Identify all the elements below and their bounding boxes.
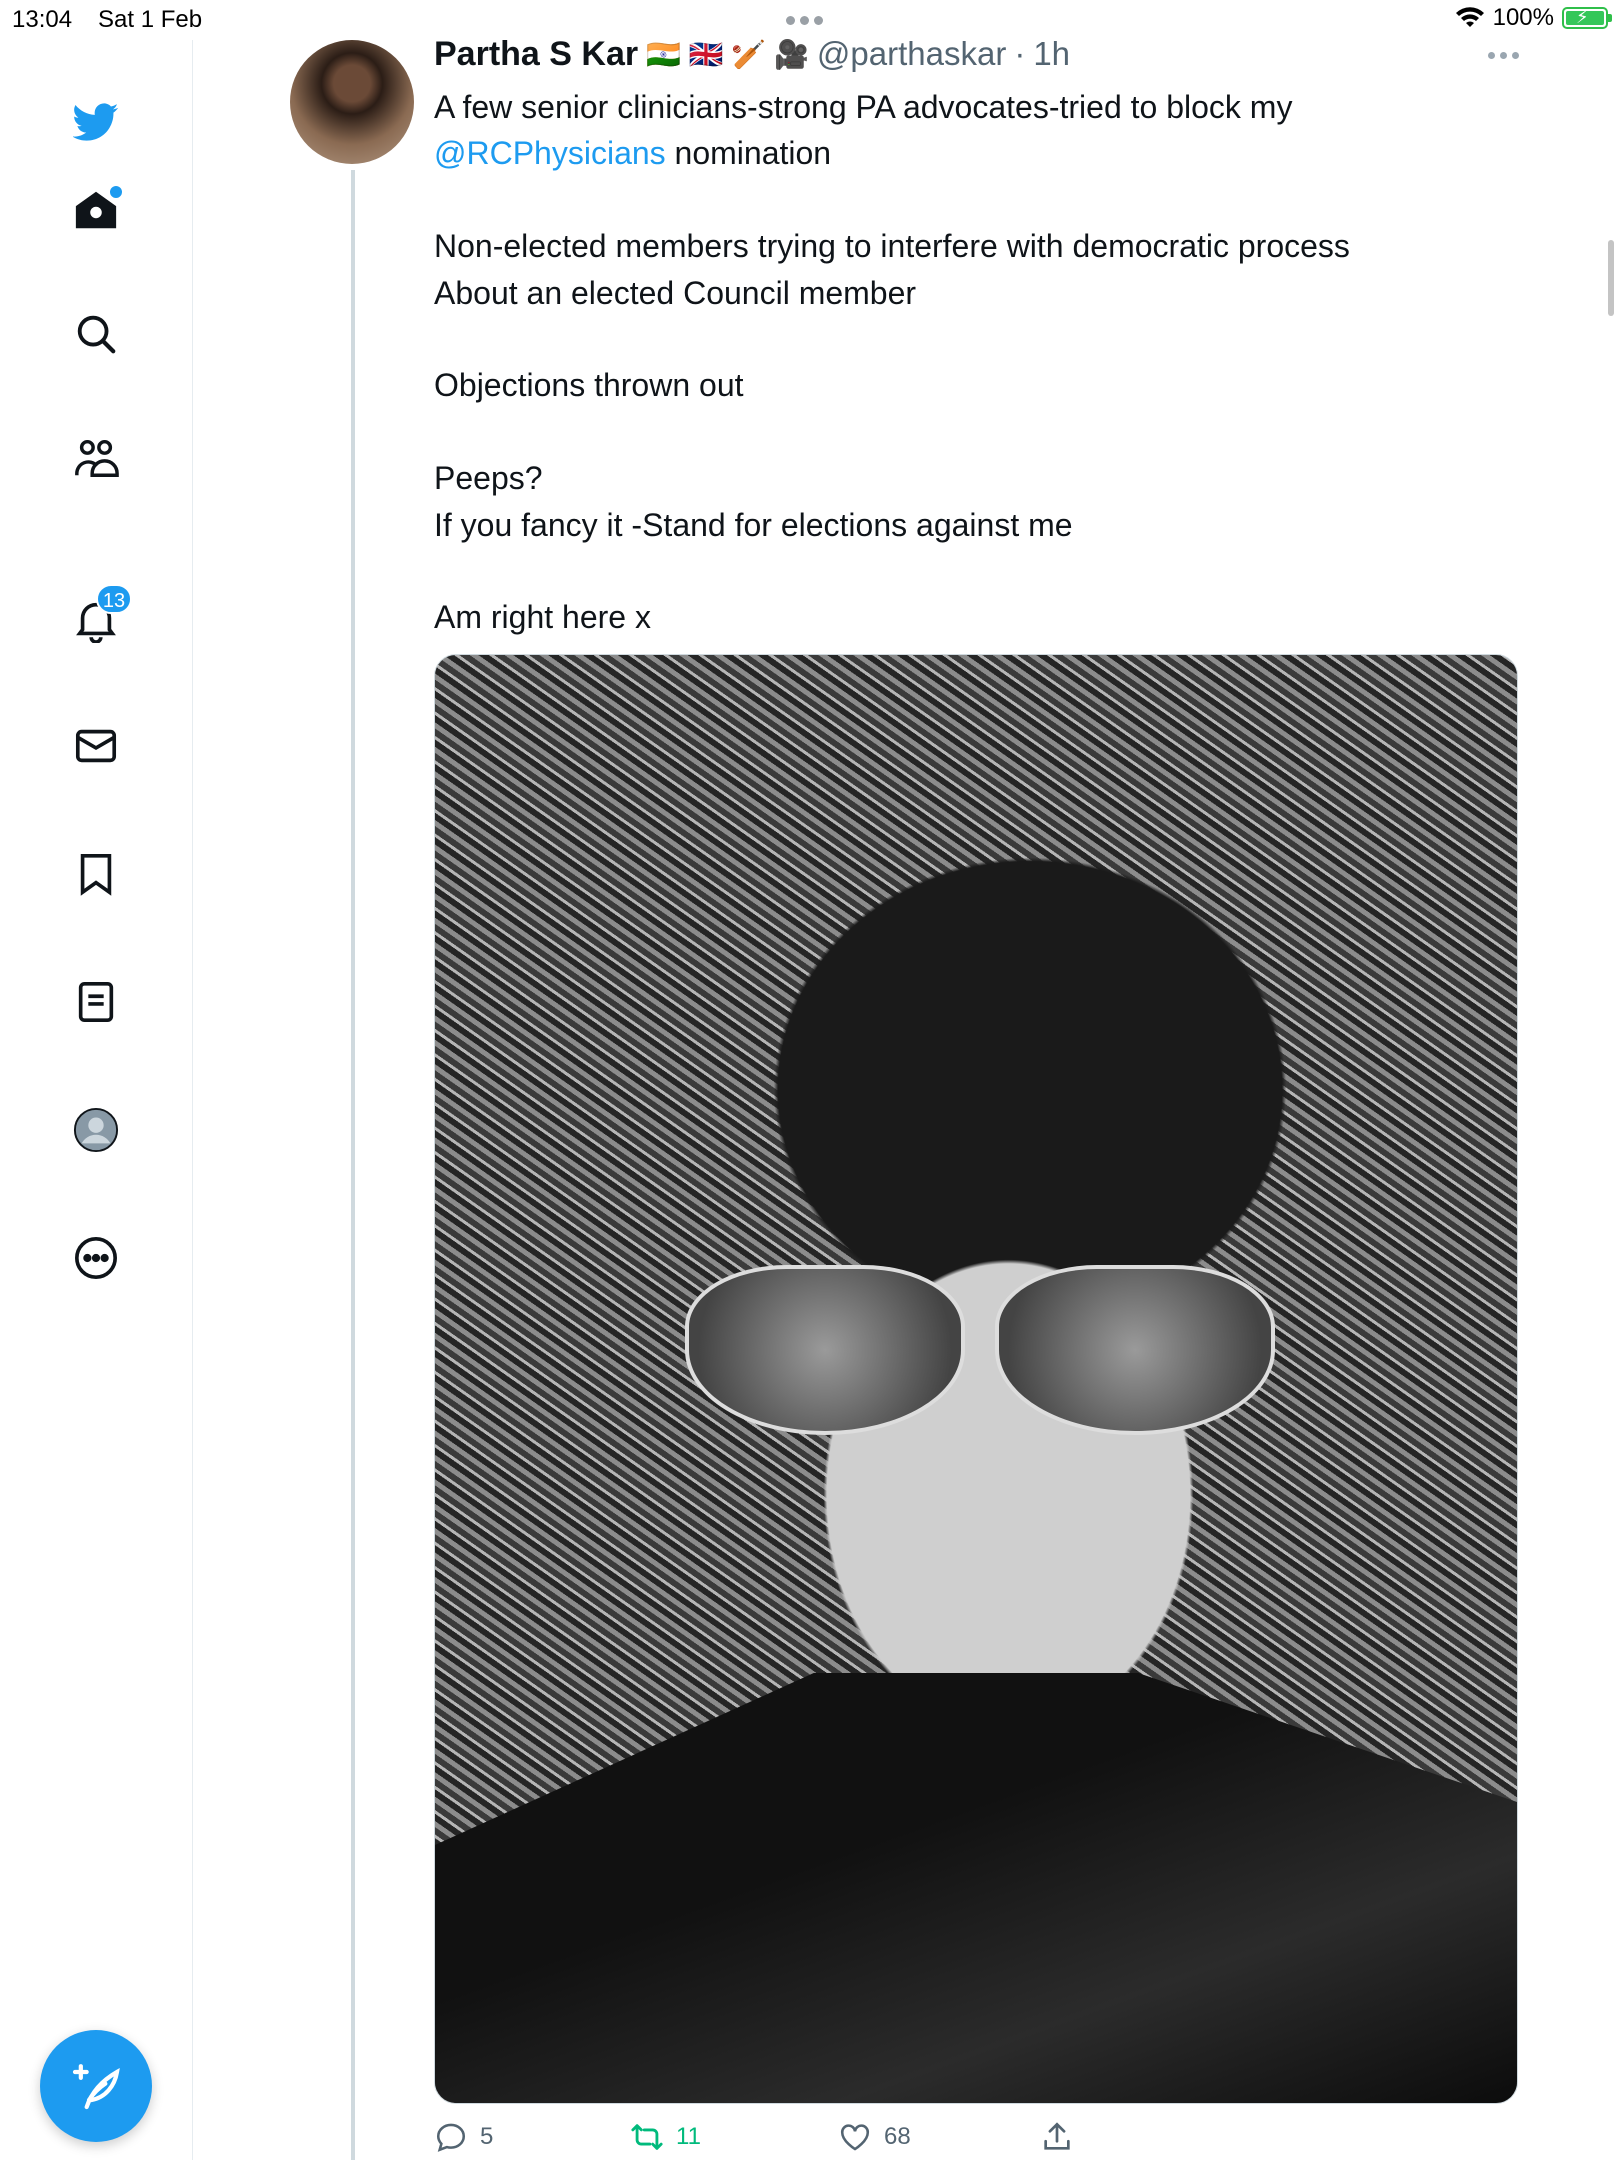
reply-button[interactable]: 5 <box>434 2120 493 2154</box>
author-avatar[interactable] <box>290 40 414 164</box>
tweet-text: A few senior clinicians-strong PA advoca… <box>434 84 1494 641</box>
list-icon <box>78 981 114 1023</box>
retweet-button[interactable]: 11 <box>630 2120 701 2154</box>
avatar-icon <box>73 1107 119 1153</box>
photo-glasses-right <box>995 1265 1275 1435</box>
tweet-photo[interactable] <box>434 654 1518 2104</box>
tweet-line: Objections thrown out <box>434 367 744 404</box>
header-separator: · <box>1014 35 1026 72</box>
scrollbar[interactable] <box>1608 240 1614 316</box>
compose-tweet-button[interactable] <box>40 2030 152 2142</box>
author-name[interactable]: Partha S Kar <box>434 35 638 74</box>
status-date: Sat 1 Feb <box>98 6 203 33</box>
twitter-bird-icon[interactable] <box>64 90 128 154</box>
feather-plus-icon <box>72 2064 120 2110</box>
tweet-time[interactable]: 1h <box>1033 35 1070 73</box>
notifications-badge: 13 <box>96 584 132 614</box>
nav-messages[interactable] <box>64 714 128 778</box>
tweet-line-text: nomination <box>665 135 832 172</box>
more-circle-icon <box>75 1237 117 1279</box>
tweet-line: About an elected Council member <box>434 274 917 311</box>
reply-icon <box>436 2123 466 2152</box>
author-handle[interactable]: @parthaskar <box>817 35 1006 73</box>
nav-lists[interactable] <box>64 970 128 1034</box>
tweet-more-icon[interactable] <box>1488 40 1528 70</box>
people-icon <box>75 439 119 477</box>
wifi-icon <box>1455 7 1484 27</box>
thread-line <box>351 170 355 2160</box>
tweet-line: @RCPhysicians nomination <box>434 130 1494 176</box>
author-emojis: 🇮🇳 🇬🇧 🏏 🎥 <box>646 38 809 70</box>
photo-glasses-left <box>685 1265 965 1435</box>
home-unread-dot <box>108 184 124 200</box>
reply-count: 5 <box>480 2123 494 2150</box>
share-button[interactable] <box>1040 2120 1074 2154</box>
retweet-count: 11 <box>676 2123 701 2150</box>
tweet-line: Non-elected members trying to interfere … <box>434 228 1350 265</box>
like-button[interactable]: 68 <box>838 2120 911 2154</box>
bookmark-icon <box>80 853 112 896</box>
battery-percent: 100% <box>1492 4 1554 31</box>
sidebar: 13 <box>0 40 193 2160</box>
tweet-actions: 5 11 68 <box>434 2120 1134 2160</box>
status-right: 100% ⚡ <box>1455 4 1612 32</box>
tweet-line: If you fancy it -Stand for elections aga… <box>434 506 1073 543</box>
nav-home[interactable] <box>64 178 128 242</box>
mention-link[interactable]: @RCPhysicians <box>434 135 666 171</box>
tweet-line: A few senior clinicians-strong PA advoca… <box>434 89 1293 125</box>
heart-icon <box>840 2124 870 2151</box>
like-count: 68 <box>884 2123 911 2150</box>
tweet-line: Peeps? <box>434 460 543 497</box>
tweet-header: Partha S Kar 🇮🇳 🇬🇧 🏏 🎥 @parthaskar · 1h <box>434 34 1070 74</box>
nav-explore[interactable] <box>64 302 128 366</box>
envelope-icon <box>75 729 117 763</box>
share-icon <box>1044 2122 1070 2150</box>
nav-bookmarks[interactable] <box>64 842 128 906</box>
multitasking-dots-icon[interactable] <box>786 4 834 34</box>
nav-notifications[interactable]: 13 <box>64 584 132 652</box>
status-time: 13:04 <box>12 6 73 33</box>
battery-icon: ⚡ <box>1562 7 1612 29</box>
nav-communities[interactable] <box>64 426 128 490</box>
tweet-line: Am right here x <box>434 599 651 636</box>
photo-shirt <box>435 1673 1517 2103</box>
search-icon <box>77 315 116 354</box>
nav-profile[interactable] <box>64 1098 128 1162</box>
charging-bolt-icon: ⚡ <box>1576 7 1589 27</box>
nav-more[interactable] <box>64 1226 128 1290</box>
retweet-icon <box>631 2124 663 2150</box>
